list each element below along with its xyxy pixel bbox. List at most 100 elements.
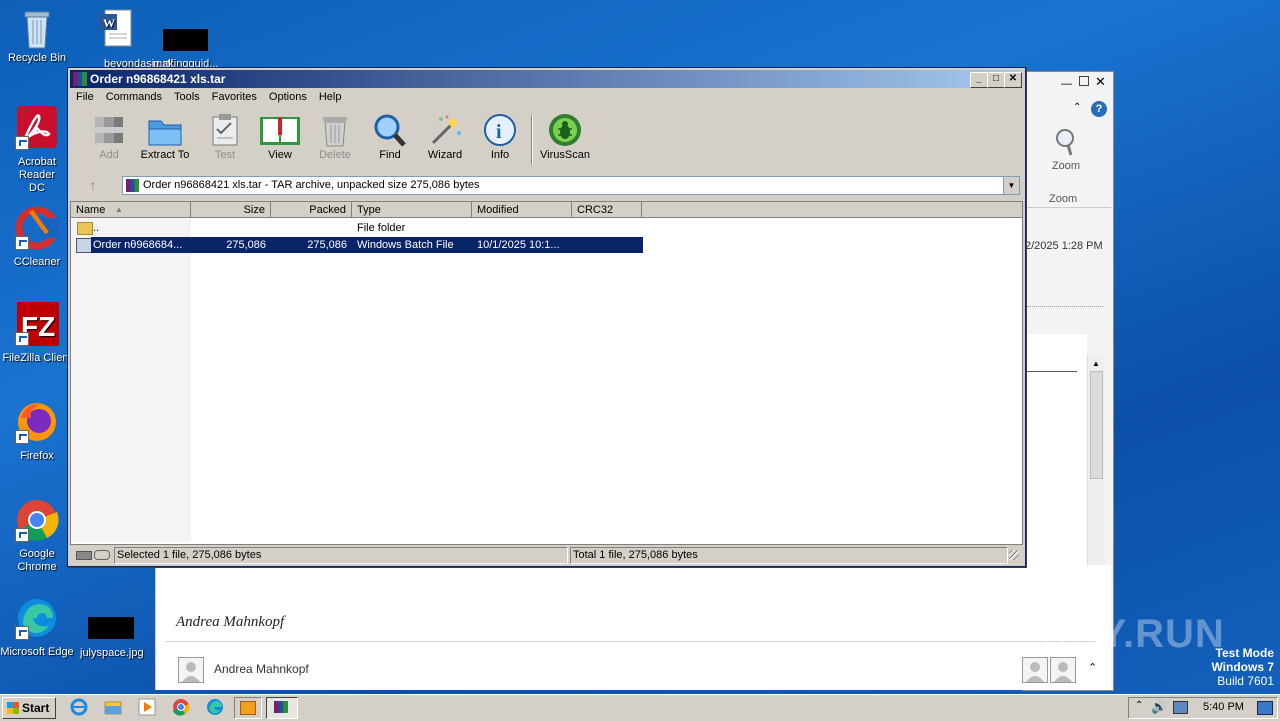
- trash-icon: [317, 113, 353, 147]
- desktop-icon-ccleaner[interactable]: CCleaner: [0, 206, 74, 268]
- desktop-icon-chrome[interactable]: Google Chrome: [0, 498, 74, 574]
- sender-name[interactable]: Andrea Mahnkopf: [214, 662, 309, 676]
- delete-button[interactable]: Delete: [306, 113, 364, 161]
- archive-path-field[interactable]: Order n96868421 xls.tar - TAR archive, u…: [122, 176, 1020, 195]
- desktop-icon-firefox[interactable]: Firefox: [0, 400, 74, 462]
- close-button[interactable]: ✕: [1004, 72, 1022, 88]
- os-watermark: Test Mode Windows 7 Build 7601: [1211, 646, 1274, 688]
- edge-taskbar-icon[interactable]: [206, 698, 224, 716]
- test-button[interactable]: Test: [196, 113, 254, 161]
- shortcut-arrow-icon: [15, 626, 29, 640]
- outlook-taskbar-icon[interactable]: [234, 697, 262, 719]
- chrome-taskbar-icon[interactable]: [172, 698, 190, 716]
- column-packed[interactable]: Packed: [271, 202, 352, 218]
- path-dropdown-button[interactable]: ▼: [1003, 177, 1019, 194]
- extract-to-label: Extract To: [140, 149, 190, 161]
- collapse-ribbon-icon[interactable]: ⌃: [1073, 102, 1081, 113]
- close-icon[interactable]: ✕: [1095, 74, 1106, 90]
- resize-grip-icon[interactable]: [1009, 550, 1019, 560]
- row-size: 275,086: [226, 239, 266, 251]
- zoom-group-label: Zoom: [1049, 193, 1078, 205]
- menu-help[interactable]: Help: [313, 89, 348, 103]
- delete-label: Delete: [319, 149, 351, 161]
- desktop-icon-label: Acrobat Reader DC: [18, 156, 56, 194]
- scroll-up-icon[interactable]: ▲: [1092, 359, 1100, 368]
- winrar-taskbar-icon[interactable]: [266, 697, 298, 719]
- archive-icon: [126, 179, 139, 192]
- row-name: Order nθ968684...: [93, 239, 183, 251]
- info-button[interactable]: i Info: [471, 113, 529, 161]
- ribbon-divider: [1023, 207, 1111, 208]
- menu-tools[interactable]: Tools: [168, 89, 206, 103]
- volume-icon[interactable]: 🔊: [1151, 699, 1167, 715]
- restore-icon[interactable]: [1079, 76, 1089, 86]
- virusscan-label: VirusScan: [540, 149, 590, 161]
- system-tray: ⌃ 🔊 5:40 PM: [1128, 697, 1278, 719]
- title-bar[interactable]: Order n96868421 xls.tar _ □ ✕: [70, 70, 1022, 88]
- key-icon: [94, 550, 110, 560]
- column-filler: [642, 202, 1022, 218]
- find-button[interactable]: Find: [361, 113, 419, 161]
- ie-icon[interactable]: [70, 698, 88, 716]
- signature: Andrea Mahnkopf: [176, 614, 285, 630]
- show-desktop-icon[interactable]: [1257, 701, 1273, 715]
- add-button[interactable]: Add: [80, 113, 138, 161]
- column-type[interactable]: Type: [352, 202, 472, 218]
- maximize-button[interactable]: □: [987, 72, 1005, 88]
- shortcut-arrow-icon: [15, 136, 29, 150]
- minimize-icon[interactable]: —: [1061, 78, 1072, 90]
- svg-text:W: W: [103, 16, 115, 30]
- address-bar: ↑ Order n96868421 xls.tar - TAR archive,…: [76, 175, 1020, 195]
- desktop-icon-label: Recycle Bin: [7, 52, 67, 64]
- batch-file-icon: [76, 238, 92, 253]
- network-icon[interactable]: [1173, 701, 1188, 714]
- row-type: Windows Batch File: [357, 239, 454, 251]
- desktop-icon-edge[interactable]: Microsoft Edge: [0, 596, 74, 658]
- clock[interactable]: 5:40 PM: [1203, 701, 1244, 713]
- desktop-icon-acrobat[interactable]: Acrobat Reader DC: [0, 106, 74, 195]
- explorer-icon[interactable]: [104, 698, 122, 716]
- table-row[interactable]: .. File folder: [71, 220, 643, 236]
- menu-options[interactable]: Options: [263, 89, 313, 103]
- start-button[interactable]: Start: [2, 697, 56, 719]
- column-crc32[interactable]: CRC32: [572, 202, 642, 218]
- table-row-selected[interactable]: Order nθ968684... 275,086 275,086 Window…: [71, 237, 643, 253]
- menu-favorites[interactable]: Favorites: [206, 89, 263, 103]
- desktop-icon-filezilla[interactable]: FZ FileZilla Client: [0, 302, 74, 364]
- sort-ascending-icon: ▲: [115, 205, 123, 214]
- menu-commands[interactable]: Commands: [100, 89, 168, 103]
- firefox-icon: [15, 400, 59, 444]
- wizard-button[interactable]: Wizard: [416, 113, 474, 161]
- menu-file[interactable]: File: [70, 89, 100, 103]
- contact-avatar[interactable]: [1022, 657, 1048, 683]
- row-type: File folder: [357, 222, 406, 234]
- book-icon: [260, 113, 300, 147]
- bug-icon: [547, 113, 583, 147]
- media-player-icon[interactable]: [138, 698, 156, 716]
- windows-logo-icon: [7, 702, 19, 714]
- person-icon: [1026, 662, 1044, 682]
- minimize-button[interactable]: _: [970, 72, 988, 88]
- up-arrow-icon[interactable]: ↑: [84, 176, 102, 194]
- column-modified[interactable]: Modified: [472, 202, 572, 218]
- row-name: ..: [93, 222, 100, 234]
- expand-people-icon[interactable]: ⌃: [1088, 661, 1097, 674]
- contact-avatar[interactable]: [1050, 657, 1076, 683]
- pane-divider: [166, 641, 1096, 642]
- view-button[interactable]: View: [251, 113, 309, 161]
- scroll-thumb[interactable]: [1090, 371, 1103, 479]
- desktop-icon-beyondasia[interactable]: W beyondasia.rtf: [76, 6, 173, 70]
- column-size[interactable]: Size: [191, 202, 271, 218]
- extract-to-button[interactable]: Extract To: [136, 113, 194, 161]
- tray-expand-icon[interactable]: ⌃: [1135, 700, 1143, 711]
- name-column-shade: [71, 219, 191, 542]
- column-name[interactable]: Name ▲: [71, 202, 191, 218]
- help-icon[interactable]: ?: [1091, 101, 1107, 117]
- zoom-button[interactable]: Zoom: [1045, 127, 1087, 172]
- desktop-icon-label: Microsoft Edge: [0, 646, 74, 658]
- desktop-icon-recycle-bin[interactable]: Recycle Bin: [0, 6, 74, 64]
- column-name-label: Name: [76, 204, 106, 216]
- winrar-app-icon: [73, 72, 87, 86]
- shortcut-arrow-icon: [15, 430, 29, 444]
- virusscan-button[interactable]: VirusScan: [536, 113, 594, 161]
